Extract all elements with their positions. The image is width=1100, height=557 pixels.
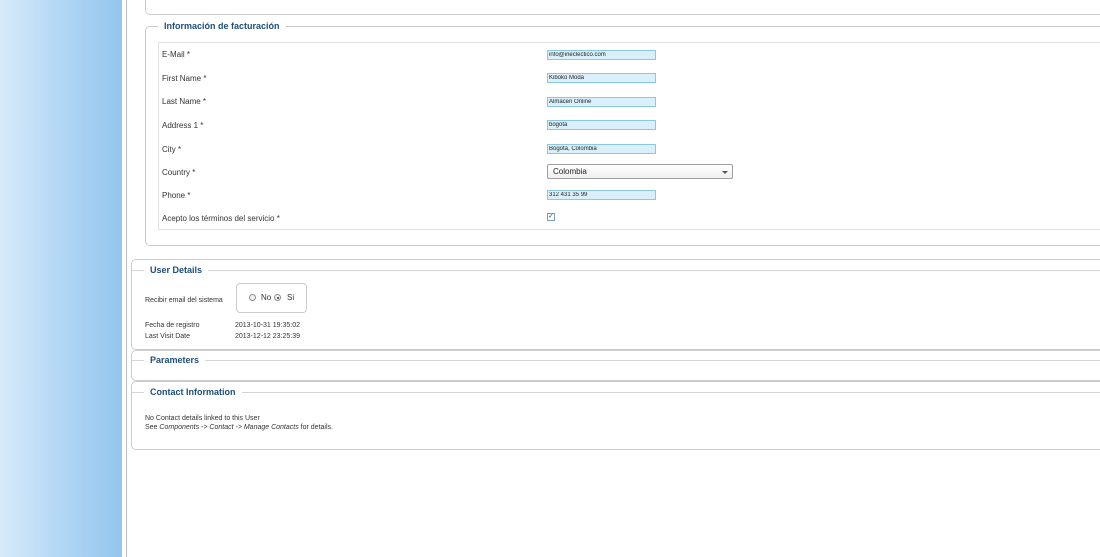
- country-select[interactable]: Colombia: [547, 164, 733, 179]
- left-sidebar: [0, 0, 122, 557]
- country-label: Country *: [162, 168, 196, 177]
- billing-table-left-border: [158, 42, 159, 230]
- billing-legend: Información de facturación: [158, 20, 286, 32]
- last-name-label: Last Name *: [162, 97, 207, 106]
- user-details-legend-line: [131, 270, 1100, 271]
- country-selected-value: Colombia: [553, 167, 587, 176]
- city-field[interactable]: [547, 144, 656, 154]
- first-name-field[interactable]: [547, 73, 656, 83]
- parameters-legend-line: [131, 360, 1100, 361]
- no-contact-text: No Contact details linked to this User: [145, 415, 260, 422]
- terms-checkbox[interactable]: ✓: [547, 213, 555, 221]
- user-details-legend: User Details: [144, 264, 209, 276]
- last-visit-label: Last Visit Date: [145, 333, 191, 340]
- for-details-text: for details.: [300, 424, 333, 431]
- contact-info-legend-line: [131, 392, 1100, 393]
- see-text: See: [145, 424, 158, 431]
- email-field[interactable]: [547, 50, 656, 60]
- contact-see-line: See Components -> Contact -> Manage Cont…: [145, 423, 333, 432]
- parameters-legend: Parameters: [144, 354, 206, 366]
- email-label: E-Mail *: [162, 50, 191, 59]
- radio-si-label: Si: [287, 293, 295, 302]
- receive-email-label: Recibir email del sistema: [145, 297, 223, 304]
- radio-no-label: No: [261, 293, 272, 302]
- phone-label: Phone *: [162, 191, 191, 200]
- phone-field[interactable]: [547, 190, 656, 200]
- manage-contacts-path: Components -> Contact -> Manage Contacts: [159, 424, 299, 431]
- register-date-label: Fecha de registro: [145, 322, 200, 329]
- address1-field[interactable]: [547, 120, 656, 130]
- terms-label: Acepto los términos del servicio *: [162, 214, 280, 223]
- last-name-field[interactable]: [547, 97, 656, 107]
- first-name-label: First Name *: [162, 74, 207, 83]
- sidebar-divider: [126, 0, 127, 557]
- billing-table-top-border: [158, 42, 1100, 43]
- last-visit-value: 2013-12-12 23:25:39: [235, 333, 300, 340]
- city-label: City *: [162, 145, 182, 154]
- billing-table-bottom-border: [158, 229, 1100, 230]
- radio-no[interactable]: [249, 294, 256, 301]
- register-date-value: 2013-10-31 19:35:02: [235, 322, 300, 329]
- receive-email-radio-group: [236, 283, 307, 313]
- parameters-box: [131, 350, 1100, 381]
- contact-info-legend: Contact Information: [144, 386, 242, 398]
- previous-fieldset: [145, 0, 1100, 15]
- radio-si[interactable]: [274, 294, 281, 301]
- address1-label: Address 1 *: [162, 121, 204, 130]
- chevron-down-icon: [722, 171, 728, 174]
